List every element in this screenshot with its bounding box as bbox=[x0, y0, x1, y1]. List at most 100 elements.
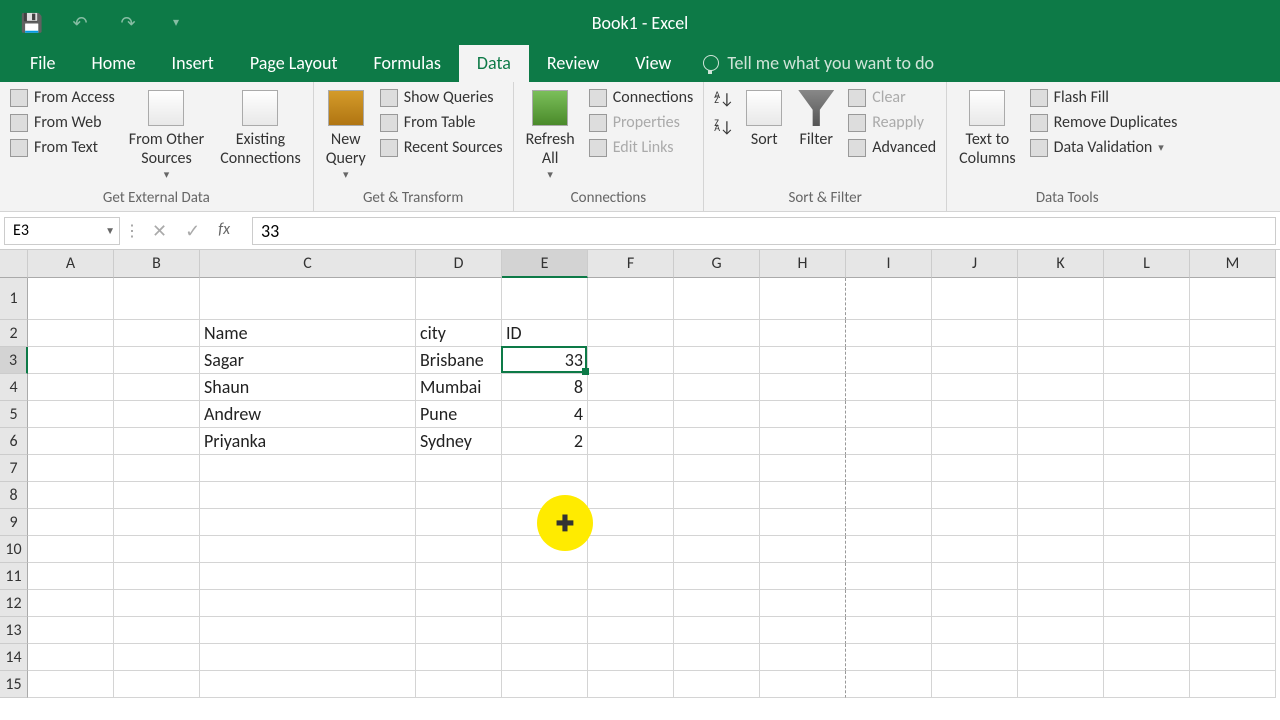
cell-E14[interactable] bbox=[502, 644, 588, 671]
column-header-G[interactable]: G bbox=[674, 250, 760, 278]
cell-D5[interactable]: Pune bbox=[416, 401, 502, 428]
row-header-14[interactable]: 14 bbox=[0, 644, 28, 671]
cell-B8[interactable] bbox=[114, 482, 200, 509]
cell-D2[interactable]: city bbox=[416, 320, 502, 347]
cell-L14[interactable] bbox=[1104, 644, 1190, 671]
cell-L5[interactable] bbox=[1104, 401, 1190, 428]
recent-sources-button[interactable]: Recent Sources bbox=[378, 136, 505, 159]
cell-K1[interactable] bbox=[1018, 278, 1104, 320]
cell-A14[interactable] bbox=[28, 644, 114, 671]
cell-A8[interactable] bbox=[28, 482, 114, 509]
cell-A3[interactable] bbox=[28, 347, 114, 374]
cell-J3[interactable] bbox=[932, 347, 1018, 374]
cell-B15[interactable] bbox=[114, 671, 200, 698]
cell-C2[interactable]: Name bbox=[200, 320, 416, 347]
tab-review[interactable]: Review bbox=[529, 44, 617, 82]
cell-H13[interactable] bbox=[760, 617, 846, 644]
redo-icon[interactable]: ↷ bbox=[116, 11, 140, 35]
cell-C15[interactable] bbox=[200, 671, 416, 698]
cell-H15[interactable] bbox=[760, 671, 846, 698]
name-box[interactable]: E3 ▼ bbox=[4, 217, 120, 245]
row-header-15[interactable]: 15 bbox=[0, 671, 28, 698]
column-header-D[interactable]: D bbox=[416, 250, 502, 278]
cell-B7[interactable] bbox=[114, 455, 200, 482]
column-header-L[interactable]: L bbox=[1104, 250, 1190, 278]
cell-E7[interactable] bbox=[502, 455, 588, 482]
cell-A10[interactable] bbox=[28, 536, 114, 563]
cell-G10[interactable] bbox=[674, 536, 760, 563]
column-header-E[interactable]: E bbox=[502, 250, 588, 278]
cell-G9[interactable] bbox=[674, 509, 760, 536]
data-validation-button[interactable]: Data Validation bbox=[1028, 136, 1180, 159]
formula-input[interactable]: 33 bbox=[252, 217, 1276, 245]
column-header-H[interactable]: H bbox=[760, 250, 846, 278]
cell-E13[interactable] bbox=[502, 617, 588, 644]
cell-A6[interactable] bbox=[28, 428, 114, 455]
cell-G4[interactable] bbox=[674, 374, 760, 401]
cell-C13[interactable] bbox=[200, 617, 416, 644]
existing-connections-button[interactable]: Existing Connections bbox=[216, 86, 305, 172]
cell-H7[interactable] bbox=[760, 455, 846, 482]
refresh-all-button[interactable]: Refresh All bbox=[522, 86, 579, 186]
cell-L6[interactable] bbox=[1104, 428, 1190, 455]
cell-G6[interactable] bbox=[674, 428, 760, 455]
cell-K7[interactable] bbox=[1018, 455, 1104, 482]
cell-C7[interactable] bbox=[200, 455, 416, 482]
clear-button[interactable]: Clear bbox=[846, 86, 938, 109]
cell-E6[interactable]: 2 bbox=[502, 428, 588, 455]
cell-L11[interactable] bbox=[1104, 563, 1190, 590]
cell-K3[interactable] bbox=[1018, 347, 1104, 374]
cell-G11[interactable] bbox=[674, 563, 760, 590]
cell-B13[interactable] bbox=[114, 617, 200, 644]
cell-K12[interactable] bbox=[1018, 590, 1104, 617]
cell-K11[interactable] bbox=[1018, 563, 1104, 590]
cell-H1[interactable] bbox=[760, 278, 846, 320]
tab-home[interactable]: Home bbox=[74, 44, 154, 82]
remove-duplicates-button[interactable]: Remove Duplicates bbox=[1028, 111, 1180, 134]
cell-M7[interactable] bbox=[1190, 455, 1276, 482]
cell-G1[interactable] bbox=[674, 278, 760, 320]
from-table-button[interactable]: From Table bbox=[378, 111, 505, 134]
cell-L3[interactable] bbox=[1104, 347, 1190, 374]
cell-J5[interactable] bbox=[932, 401, 1018, 428]
cell-I10[interactable] bbox=[846, 536, 932, 563]
cell-F5[interactable] bbox=[588, 401, 674, 428]
cell-A4[interactable] bbox=[28, 374, 114, 401]
cell-M12[interactable] bbox=[1190, 590, 1276, 617]
cell-F1[interactable] bbox=[588, 278, 674, 320]
cell-F10[interactable] bbox=[588, 536, 674, 563]
flash-fill-button[interactable]: Flash Fill bbox=[1028, 86, 1180, 109]
cell-I11[interactable] bbox=[846, 563, 932, 590]
cell-C8[interactable] bbox=[200, 482, 416, 509]
cell-D3[interactable]: Brisbane bbox=[416, 347, 502, 374]
qat-customize-icon[interactable]: ▾ bbox=[164, 11, 188, 35]
cell-D1[interactable] bbox=[416, 278, 502, 320]
cell-D14[interactable] bbox=[416, 644, 502, 671]
cell-L9[interactable] bbox=[1104, 509, 1190, 536]
row-header-12[interactable]: 12 bbox=[0, 590, 28, 617]
cell-I7[interactable] bbox=[846, 455, 932, 482]
cell-D8[interactable] bbox=[416, 482, 502, 509]
column-header-F[interactable]: F bbox=[588, 250, 674, 278]
cell-B12[interactable] bbox=[114, 590, 200, 617]
cell-L2[interactable] bbox=[1104, 320, 1190, 347]
tab-data[interactable]: Data bbox=[459, 44, 529, 82]
cell-I8[interactable] bbox=[846, 482, 932, 509]
sort-asc-button[interactable]: AZ↓ bbox=[712, 86, 734, 108]
from-web-button[interactable]: From Web bbox=[8, 111, 117, 134]
cell-A11[interactable] bbox=[28, 563, 114, 590]
cell-D13[interactable] bbox=[416, 617, 502, 644]
cell-K5[interactable] bbox=[1018, 401, 1104, 428]
cell-A5[interactable] bbox=[28, 401, 114, 428]
cell-C1[interactable] bbox=[200, 278, 416, 320]
cell-B1[interactable] bbox=[114, 278, 200, 320]
cell-G12[interactable] bbox=[674, 590, 760, 617]
column-header-B[interactable]: B bbox=[114, 250, 200, 278]
cell-L10[interactable] bbox=[1104, 536, 1190, 563]
cell-E5[interactable]: 4 bbox=[502, 401, 588, 428]
cell-C10[interactable] bbox=[200, 536, 416, 563]
fx-icon[interactable]: fx bbox=[218, 220, 238, 242]
cell-G13[interactable] bbox=[674, 617, 760, 644]
cell-G5[interactable] bbox=[674, 401, 760, 428]
row-header-13[interactable]: 13 bbox=[0, 617, 28, 644]
